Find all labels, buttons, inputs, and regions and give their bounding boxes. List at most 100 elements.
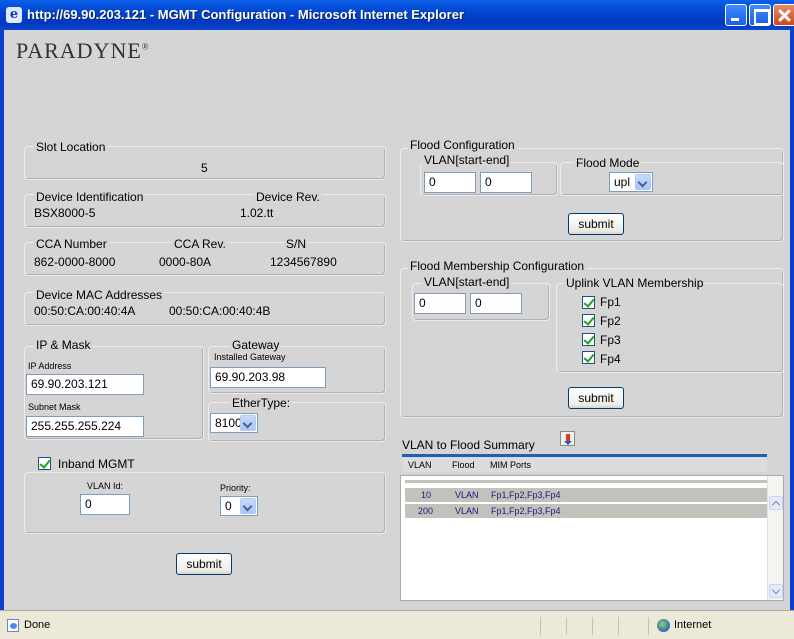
chevron-down-icon — [240, 498, 256, 514]
installed-gateway-input[interactable]: 69.90.203.98 — [210, 367, 326, 388]
row-ports: Fp1,Fp2,Fp3,Fp4 — [491, 490, 561, 500]
row-vlan: 200 — [418, 506, 434, 516]
cca-number-value: 862-0000-8000 — [34, 255, 116, 269]
priority-value: 0 — [225, 499, 232, 513]
membership-vlan-range-label: VLAN[start-end] — [422, 275, 512, 289]
table-separator — [405, 480, 769, 483]
status-text: Done — [24, 619, 51, 631]
slot-location-label: Slot Location — [34, 140, 108, 154]
fp3-label: Fp3 — [600, 333, 621, 347]
vlan-id-input[interactable]: 0 — [80, 494, 130, 515]
fp1-label: Fp1 — [600, 295, 621, 309]
fp4-checkbox[interactable] — [582, 351, 595, 364]
cca-rev-value: 0000-80A — [159, 255, 212, 269]
flood-configuration-label: Flood Configuration — [408, 138, 517, 152]
inband-mgmt-group — [24, 472, 386, 534]
serial-number-label: S/N — [284, 237, 309, 251]
title-bar: e http://69.90.203.121 - MGMT Configurat… — [0, 0, 794, 30]
installed-gateway-label: Installed Gateway — [214, 352, 286, 362]
status-separator — [540, 617, 541, 635]
logo-mark: ® — [141, 41, 150, 52]
summary-table-body: 10 VLAN Fp1,Fp2,Fp3,Fp4 200 VLAN Fp1,Fp2… — [400, 475, 784, 601]
summary-table-header: VLAN Flood MIM Ports — [402, 454, 767, 472]
status-separator — [566, 617, 567, 635]
refresh-icon[interactable] — [560, 431, 575, 446]
header-vlan: VLAN — [408, 460, 432, 470]
device-identification-label: Device Identification — [34, 190, 146, 204]
ethertype-select[interactable]: 8100 — [210, 413, 258, 433]
flood-vlan-start-input[interactable]: 0 — [424, 172, 476, 193]
fp2-checkbox[interactable] — [582, 314, 595, 327]
gateway-label: Gateway — [230, 338, 282, 352]
fp1-checkbox[interactable] — [582, 296, 595, 309]
row-flood: VLAN — [455, 506, 479, 516]
membership-vlan-end-input[interactable]: 0 — [470, 293, 522, 314]
uplink-vlan-membership-label: Uplink VLAN Membership — [564, 276, 706, 290]
page-done-icon — [7, 619, 19, 632]
device-mac-value-1: 00:50:CA:00:40:4A — [34, 304, 136, 318]
flood-config-submit-button[interactable]: submit — [568, 213, 624, 235]
scroll-down-icon[interactable] — [769, 584, 783, 598]
device-rev-label: Device Rev. — [254, 190, 322, 204]
device-mac-label: Device MAC Addresses — [34, 288, 165, 302]
device-rev-value: 1.02.tt — [240, 206, 274, 220]
ethertype-label: EtherType: — [230, 396, 293, 410]
priority-label: Priority: — [220, 483, 251, 493]
close-button[interactable] — [773, 4, 794, 26]
priority-select[interactable]: 0 — [220, 496, 258, 516]
flood-mode-value: upl — [614, 175, 631, 189]
page-content: PARADYNE® Slot Location 5 Device Identif… — [4, 30, 790, 610]
window-title: http://69.90.203.121 - MGMT Configuratio… — [27, 7, 464, 22]
internet-zone-icon — [657, 619, 670, 632]
flood-vlan-end-input[interactable]: 0 — [480, 172, 532, 193]
membership-vlan-start-input[interactable]: 0 — [414, 293, 466, 314]
row-flood: VLAN — [455, 490, 479, 500]
chevron-down-icon — [635, 174, 651, 190]
paradyne-logo: PARADYNE® — [16, 38, 150, 64]
status-separator — [618, 617, 619, 635]
window-frame-right — [790, 30, 794, 610]
internet-explorer-icon: e — [6, 7, 22, 23]
logo-text: PARADYNE — [16, 38, 142, 63]
device-mac-value-2: 00:50:CA:00:40:4B — [169, 304, 271, 318]
flood-membership-submit-button[interactable]: submit — [568, 387, 624, 409]
flood-vlan-range-label: VLAN[start-end] — [422, 153, 512, 167]
fp3-checkbox[interactable] — [582, 333, 595, 346]
inband-mgmt-checkbox[interactable] — [38, 457, 51, 470]
status-separator — [592, 617, 593, 635]
fp2-label: Fp2 — [600, 314, 621, 328]
internet-zone-label: Internet — [674, 619, 712, 631]
header-flood: Flood — [452, 460, 475, 470]
row-ports: Fp1,Fp2,Fp3,Fp4 — [491, 506, 561, 516]
table-row[interactable]: 10 VLAN Fp1,Fp2,Fp3,Fp4 — [405, 488, 769, 502]
maximize-button[interactable] — [749, 4, 771, 26]
flood-membership-label: Flood Membership Configuration — [408, 259, 587, 273]
chevron-down-icon — [240, 415, 256, 431]
inband-mgmt-label: Inband MGMT — [56, 457, 137, 471]
status-separator — [648, 617, 649, 635]
vertical-scrollbar[interactable] — [767, 476, 783, 600]
flood-mode-label: Flood Mode — [574, 156, 642, 170]
ip-address-label: IP Address — [28, 361, 72, 371]
ip-mask-label: IP & Mask — [34, 338, 93, 352]
mgmt-submit-button[interactable]: submit — [176, 553, 232, 575]
fp4-label: Fp4 — [600, 352, 621, 366]
status-bar: Done Internet — [0, 610, 794, 639]
minimize-button[interactable] — [725, 4, 747, 26]
scroll-up-icon[interactable] — [769, 496, 783, 510]
ethertype-value: 8100 — [215, 416, 242, 430]
device-identification-value: BSX8000-5 — [34, 206, 96, 220]
header-mim-ports: MIM Ports — [490, 460, 532, 470]
subnet-mask-input[interactable]: 255.255.255.224 — [26, 416, 144, 437]
slot-location-value: 5 — [201, 161, 208, 175]
row-vlan: 10 — [421, 490, 432, 500]
ip-address-input[interactable]: 69.90.203.121 — [26, 374, 144, 395]
serial-number-value: 1234567890 — [270, 255, 337, 269]
subnet-mask-label: Subnet Mask — [28, 402, 81, 412]
summary-title: VLAN to Flood Summary — [402, 438, 535, 452]
cca-number-label: CCA Number — [34, 237, 109, 251]
flood-mode-select[interactable]: upl — [609, 172, 653, 192]
vlan-id-label: VLAN Id: — [87, 481, 124, 491]
cca-rev-label: CCA Rev. — [172, 237, 228, 251]
table-row[interactable]: 200 VLAN Fp1,Fp2,Fp3,Fp4 — [405, 504, 769, 518]
